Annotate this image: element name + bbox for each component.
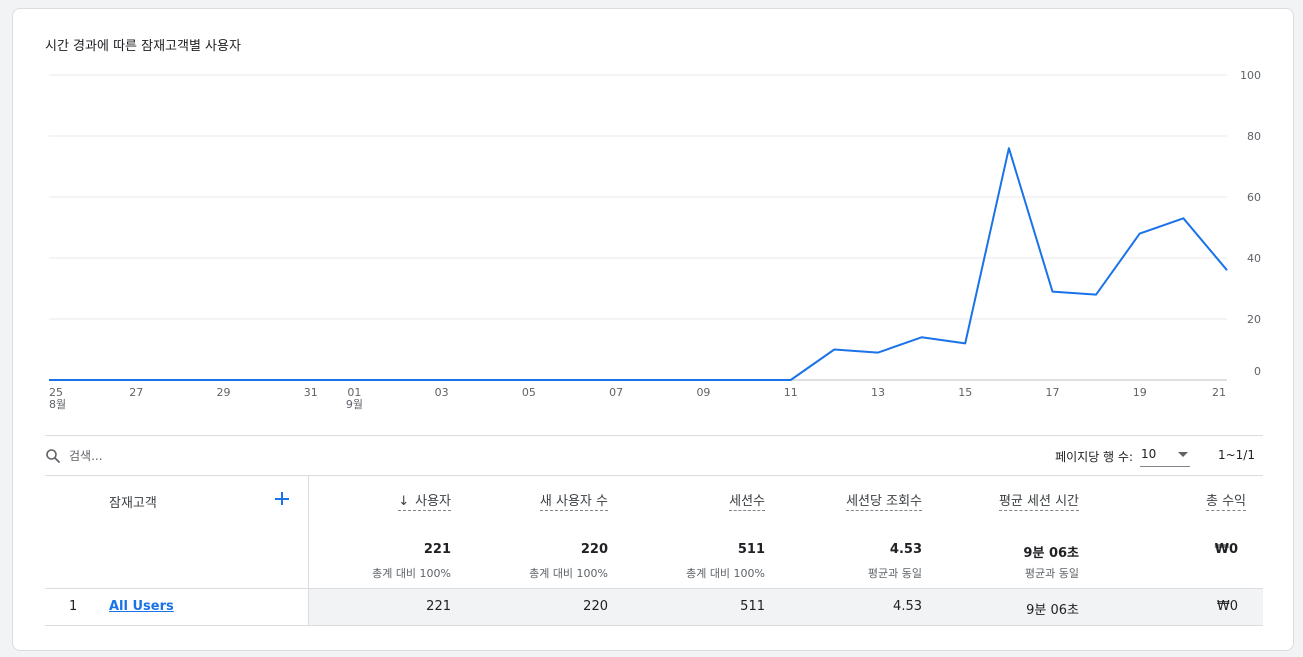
metric-header-new-users[interactable]: 새 사용자 수 [539,490,608,511]
metric-total: 220 [580,542,608,557]
x-tick-label: 13 [871,386,885,399]
x-tick-label: 11 [784,386,798,399]
caret-down-icon [1178,452,1188,457]
grid-layer [49,74,1227,381]
table-toolbar: 페이지당 행 수: 10 1~1/1 [45,437,1263,475]
row-value-users: 221 [426,599,451,614]
search-icon [46,449,60,463]
metric-header-sessions[interactable]: 세션수 [729,490,765,511]
metric-total: 511 [737,542,765,557]
y-tick-label: 100 [1240,69,1261,82]
arrow-down-icon: ↓ [398,494,410,509]
audience-users-card: 시간 경과에 따른 잠재고객별 사용자 0 20 40 60 80 100 25 27 29 3… [12,8,1294,651]
metric-column-avg-session-duration: 평균 세션 시간 9분 06초 평균과 동일 [919,476,1079,588]
x-month-label: 8월 [49,398,66,411]
metric-total: 4.53 [889,542,922,557]
x-tick-label: 31 [304,386,318,399]
x-month-label: 9월 [346,398,363,411]
x-tick-label: 17 [1045,386,1059,399]
rows-per-page-value: 10 [1141,447,1157,461]
row-index: 1 [69,599,78,614]
metric-total-sub: 총계 대비 100% [529,567,608,580]
metric-column-total-revenue: 총 수익 ₩0 [1086,476,1246,588]
metric-header-total-revenue[interactable]: 총 수익 [1205,490,1246,511]
row-value-total-revenue: ₩0 [1216,599,1238,614]
row-metrics: 221 220 511 4.53 9분 06초 ₩0 [309,589,1263,625]
y-tick-label: 80 [1247,130,1261,143]
metric-header-avg-session-duration[interactable]: 평균 세션 시간 [998,490,1079,511]
metric-total: ₩0 [1214,542,1238,557]
y-tick-label: 40 [1247,252,1261,265]
metric-total: 9분 06초 [1023,546,1079,561]
row-value-sessions: 511 [740,599,765,614]
y-tick-label: 20 [1247,313,1261,326]
metric-column-views-per-session: 세션당 조회수 4.53 평균과 동일 [762,476,922,588]
y-tick-label: 60 [1247,191,1261,204]
dimension-header: 잠재고객 [109,496,157,511]
metric-column-sessions: 세션수 511 총계 대비 100% [605,476,765,588]
row-value-new-users: 220 [583,599,608,614]
x-tick-label: 03 [435,386,449,399]
metric-column-users: ↓ 사용자 221 총계 대비 100% [291,476,451,588]
chart-table-divider [45,435,1263,436]
x-tick-label: 27 [129,386,143,399]
x-tick-label: 05 [522,386,536,399]
search-input[interactable] [69,445,469,467]
metric-total-sub: 평균과 동일 [1024,567,1079,580]
x-tick-label: 29 [217,386,231,399]
metric-total-sub: 총계 대비 100% [686,567,765,580]
x-tick-label: 21 [1212,386,1226,399]
x-tick-label: 15 [958,386,972,399]
metric-total: 221 [423,542,451,557]
rows-per-page-select[interactable]: 10 [1140,443,1190,467]
x-tick-label: 19 [1133,386,1147,399]
table-row: 1 All Users 221 220 511 4.53 9분 06초 ₩0 [45,588,1263,626]
add-icon[interactable] [273,490,291,508]
row-link-all-users[interactable]: All Users [109,599,174,614]
metric-headers: ↓ 사용자 221 총계 대비 100% 새 사용자 수 220 총계 대비 10… [309,476,1263,588]
page-range: 1~1/1 [1217,448,1255,462]
line-chart: 020406080100 25 27 29 31 01 03 05 07 09 11 13 15 17 1… [49,69,1261,411]
x-axis-ticks: 25 27 29 31 01 03 05 07 09 11 13 15 17 19 218월 9월 [49,386,1226,411]
row-value-avg-session-duration: 9분 06초 [1026,603,1079,618]
row-value-views-per-session: 4.53 [893,599,922,614]
row-dimension-cell: 1 All Users [45,589,309,625]
y-axis-ticks: 0 20 40 60 80 100 [1240,69,1261,378]
rows-per-page-label: 페이지당 행 수: [1055,450,1133,464]
metric-total-sub: 총계 대비 100% [372,567,451,580]
metric-total-sub: 평균과 동일 [867,567,922,580]
data-table: 잠재고객 ↓ 사용자 221 총계 대비 100% 새 사용자 수 220 총계 … [45,476,1263,626]
series-layer [49,147,1228,381]
x-tick-label: 09 [696,386,710,399]
metric-header-users[interactable]: ↓ 사용자 [398,490,451,511]
y-tick-label: 0 [1254,365,1261,378]
metric-column-new-users: 새 사용자 수 220 총계 대비 100% [448,476,608,588]
metric-header-views-per-session[interactable]: 세션당 조회수 [846,490,922,511]
series-line [49,147,1228,381]
x-tick-label: 07 [609,386,623,399]
